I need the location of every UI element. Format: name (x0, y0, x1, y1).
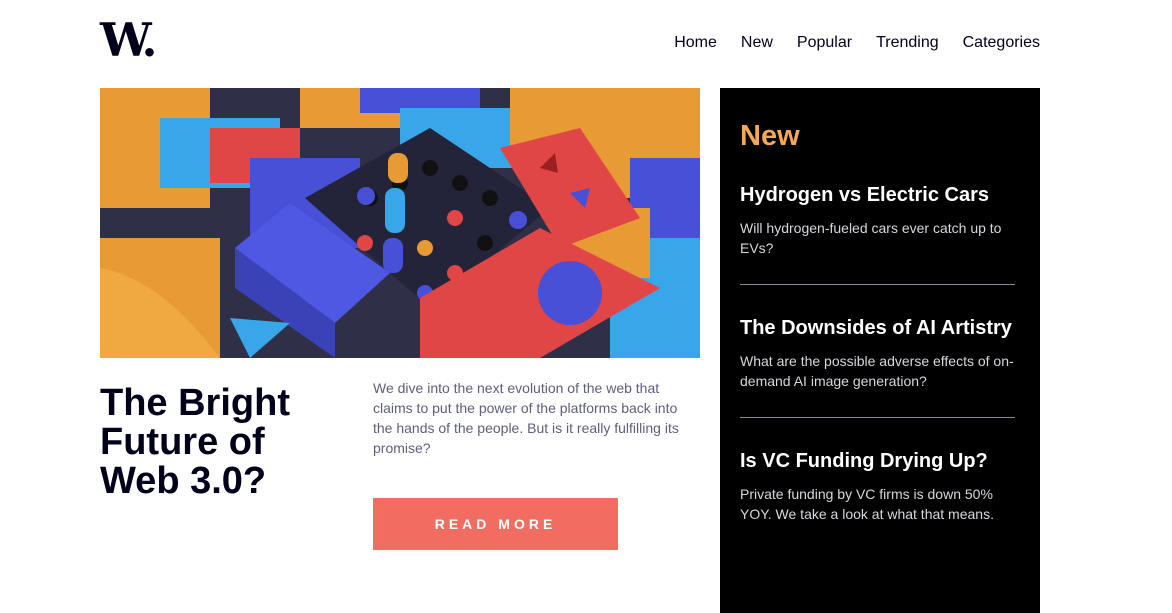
hero-image (100, 88, 700, 358)
sidebar-article-text: What are the possible adverse effects of… (740, 353, 1014, 389)
divider (740, 284, 1015, 285)
sidebar-article[interactable]: Hydrogen vs Electric Cars Will hydrogen-… (740, 182, 1025, 258)
read-more-button[interactable]: READ MORE (373, 498, 618, 550)
nav-trending-link[interactable]: Trending (876, 34, 939, 52)
divider (740, 417, 1015, 418)
hero-description: We dive into the next evolution of the w… (373, 380, 679, 456)
nav-popular-link[interactable]: Popular (797, 34, 852, 52)
nav-new-link[interactable]: New (741, 34, 773, 52)
sidebar-article[interactable]: The Downsides of AI Artistry What are th… (740, 315, 1025, 391)
site-logo[interactable]: W. (100, 14, 157, 66)
hero-headline: The Bright Future of Web 3.0? (100, 382, 290, 502)
nav-home-link[interactable]: Home (674, 34, 717, 52)
sidebar-article-text: Private funding by VC firms is down 50% … (740, 486, 994, 522)
new-articles-sidebar: New Hydrogen vs Electric Cars Will hydro… (720, 88, 1040, 613)
sidebar-article-title[interactable]: Hydrogen vs Electric Cars (740, 182, 1025, 208)
sidebar-title: New (740, 120, 800, 152)
sidebar-article[interactable]: Is VC Funding Drying Up? Private funding… (740, 448, 1025, 524)
sidebar-article-title[interactable]: The Downsides of AI Artistry (740, 315, 1025, 341)
main-nav: Home New Popular Trending Categories (674, 34, 1040, 52)
sidebar-article-title[interactable]: Is VC Funding Drying Up? (740, 448, 1025, 474)
sidebar-article-text: Will hydrogen-fueled cars ever catch up … (740, 220, 1002, 256)
nav-categories-link[interactable]: Categories (963, 34, 1040, 52)
